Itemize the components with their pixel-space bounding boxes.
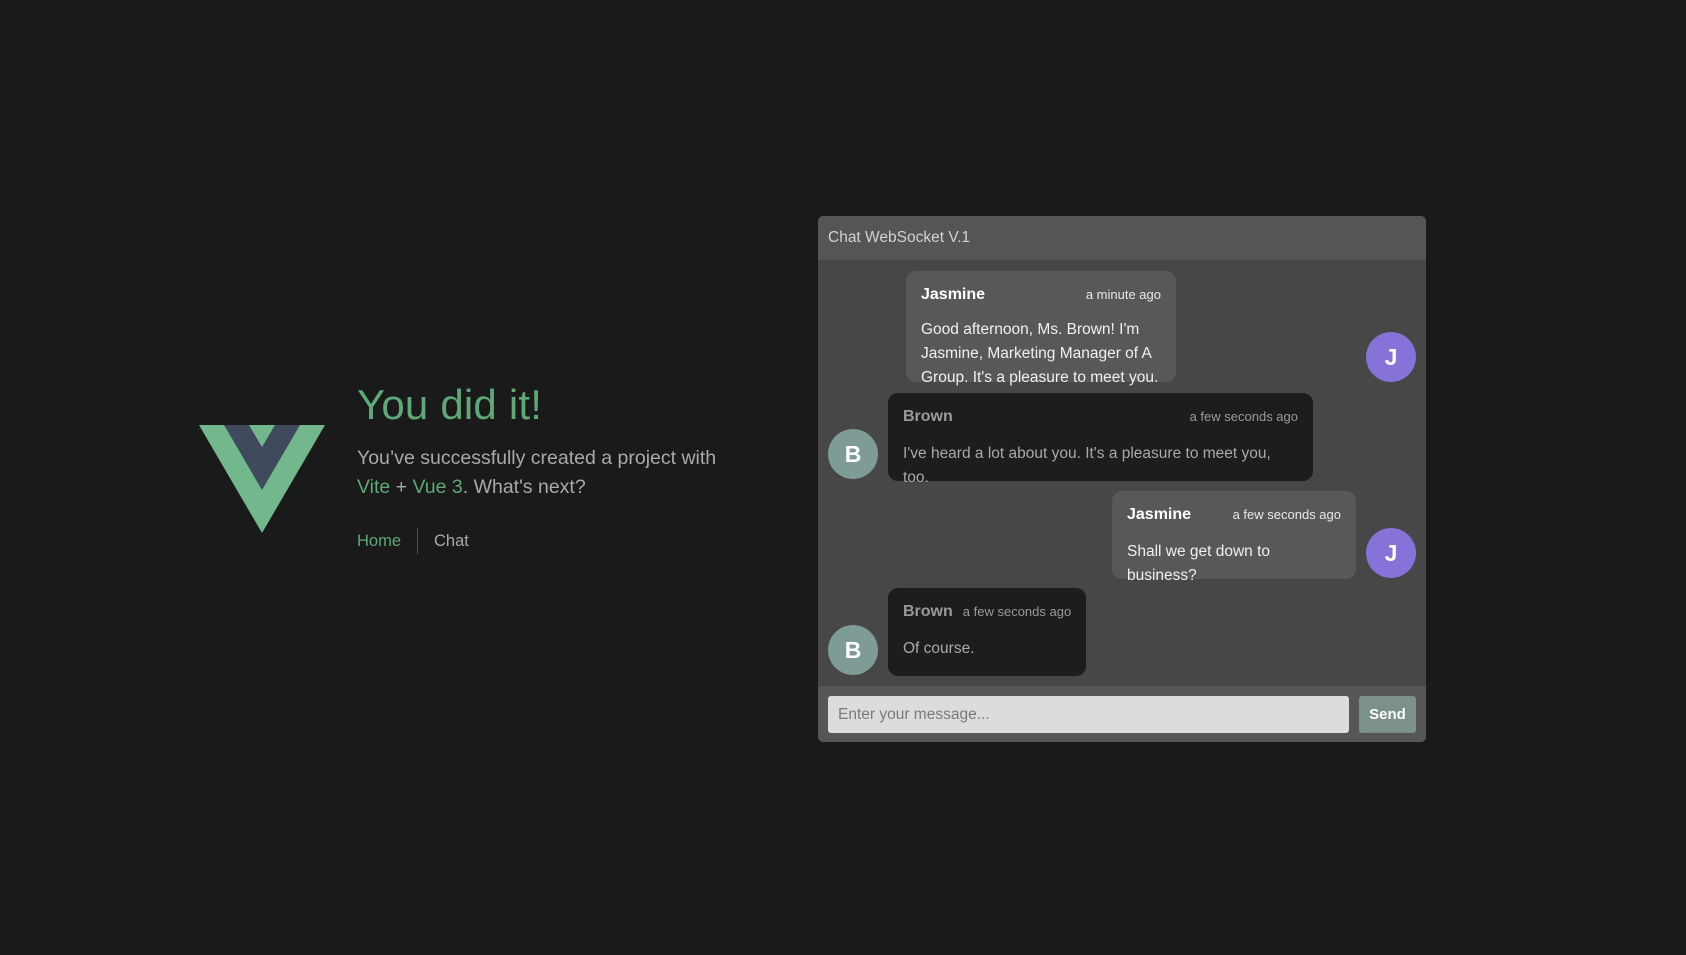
vite-link[interactable]: Vite [357, 476, 390, 498]
message-bubble: Jasmine a minute ago Good afternoon, Ms.… [906, 271, 1176, 386]
avatar: J [1366, 528, 1416, 578]
page-title: You did it! [357, 381, 543, 428]
message-time: a few seconds ago [1189, 409, 1298, 424]
avatar: B [828, 429, 878, 479]
message-text: Shall we get down to business? [1127, 543, 1271, 584]
message-text: Of course. [903, 640, 975, 657]
message-bubble: Brown a few seconds ago I've heard a lot… [888, 393, 1313, 486]
message-list[interactable]: Jasmine a minute ago Good afternoon, Ms.… [818, 260, 1426, 686]
hero-subtitle: You’ve successfully created a project wi… [357, 444, 777, 502]
avatar: B [828, 625, 878, 675]
message-input-bar: Send [818, 686, 1426, 742]
message-time: a minute ago [1085, 287, 1161, 302]
message-sender: Jasmine [921, 286, 986, 303]
subtitle-prefix: You’ve successfully created a project wi… [357, 447, 717, 469]
message-text: I've heard a lot about you. It's a pleas… [903, 445, 1271, 486]
message-time: a few seconds ago [1232, 507, 1341, 522]
plus-text: + [390, 476, 413, 498]
avatar: J [1366, 332, 1416, 382]
message-sender: Jasmine [1127, 506, 1192, 523]
vue-logo [199, 425, 325, 533]
send-button[interactable]: Send [1359, 696, 1416, 733]
message-bubble: Brown a few seconds ago Of course. [888, 588, 1086, 676]
message-sender: Brown [903, 408, 953, 425]
message-sender: Brown [903, 603, 953, 620]
message-bubble: Jasmine a few seconds ago Shall we get d… [1112, 491, 1356, 584]
message-time: a few seconds ago [962, 604, 1072, 619]
message-input[interactable] [828, 696, 1349, 733]
main-nav: Home Chat [357, 528, 777, 554]
hero-section: You did it! You’ve successfully created … [357, 378, 777, 554]
chat-panel: Chat WebSocket V.1 Jasmine a minute ago … [818, 216, 1426, 742]
chat-header: Chat WebSocket V.1 [818, 216, 1426, 260]
subtitle-suffix: . What's next? [462, 476, 586, 498]
nav-chat-link[interactable]: Chat [417, 528, 485, 554]
vue-link[interactable]: Vue 3 [412, 476, 462, 498]
nav-home-link[interactable]: Home [357, 528, 417, 554]
message-text: Good afternoon, Ms. Brown! I'm Jasmine, … [921, 321, 1159, 386]
